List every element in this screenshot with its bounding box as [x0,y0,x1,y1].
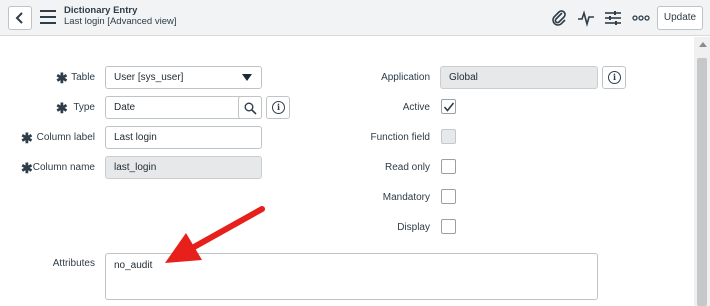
application-info-button[interactable]: i [602,66,626,89]
activity-icon[interactable] [577,9,595,27]
type-lookup-button[interactable] [238,96,262,119]
active-checkbox[interactable] [441,99,456,114]
required-indicator: ✱ [56,100,68,116]
type-value: Date [114,102,136,113]
table-value: User [sys_user] [114,72,184,83]
application-label: Application [381,72,430,83]
column-label-value: Last login [114,132,157,143]
checkmark-icon [443,102,455,112]
scroll-up-arrow[interactable] [699,42,707,47]
info-icon: i [272,101,285,114]
function-field-label: Function field [370,132,430,143]
scrollbar-thumb[interactable] [697,58,707,306]
application-value: Global [449,72,478,83]
mandatory-checkbox[interactable] [441,189,456,204]
more-options-icon[interactable] [631,9,651,27]
back-icon [15,12,23,24]
table-select[interactable]: User [sys_user] [105,66,262,89]
update-button[interactable]: Update [657,6,703,30]
paperclip-icon[interactable] [550,9,568,27]
column-name-label: Column name [32,162,95,173]
application-field: Global [440,66,598,89]
display-checkbox[interactable] [441,219,456,234]
settings-sliders-icon[interactable] [604,9,622,27]
attributes-label: Attributes [52,258,95,269]
form-title: Dictionary Entry [64,5,138,16]
function-field-checkbox [441,129,456,144]
required-indicator: ✱ [56,70,68,86]
column-label-label: Column label [36,132,95,143]
chevron-down-icon [242,74,252,81]
search-icon [244,102,257,115]
active-label: Active [402,102,430,113]
type-info-button[interactable]: i [266,96,290,119]
attributes-value: no_audit [114,260,153,271]
type-label: Type [73,102,95,113]
column-name-value: last_login [114,162,157,173]
read-only-checkbox[interactable] [441,159,456,174]
attributes-textarea[interactable]: no_audit [105,253,598,300]
menu-icon[interactable] [40,10,56,24]
form-header: Dictionary Entry Last login [Advanced vi… [0,0,710,36]
back-button[interactable] [8,6,32,30]
column-name-field: last_login [105,156,262,179]
mandatory-label: Mandatory [382,192,430,203]
table-label: Table [71,72,95,83]
read-only-label: Read only [384,162,430,173]
form-subtitle: Last login [Advanced view] [64,16,177,27]
info-icon: i [608,71,621,84]
column-label-input[interactable]: Last login [105,126,262,149]
display-label: Display [397,222,430,233]
